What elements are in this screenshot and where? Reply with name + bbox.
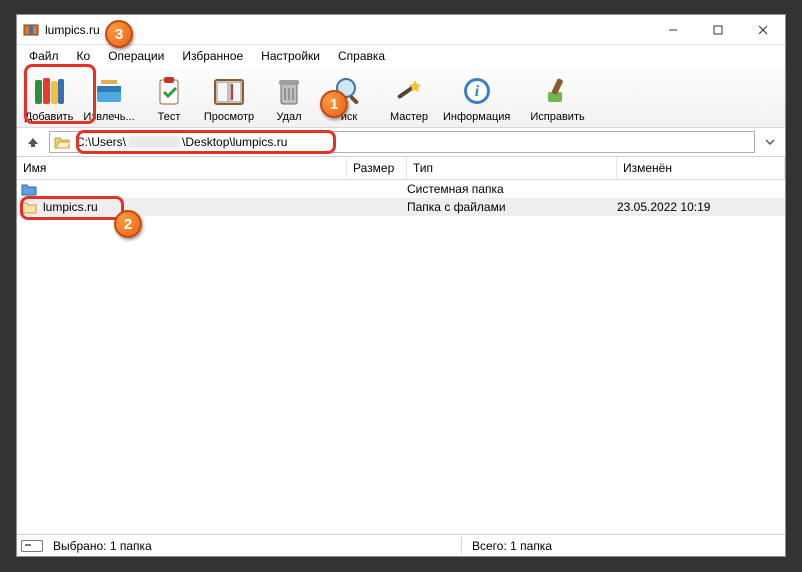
path-input[interactable]: C:\Users\ \Desktop\lumpics.ru [49,131,755,153]
brush-icon [540,73,576,109]
menu-bar: Файл Ко Операции Избранное Настройки Спр… [17,45,785,67]
wand-icon [391,73,427,109]
path-suffix: \Desktop\lumpics.ru [182,135,287,149]
test-label: Тест [158,111,181,123]
extract-label: Извлечь... [83,111,134,123]
address-bar: C:\Users\ \Desktop\lumpics.ru [17,128,785,157]
trash-icon [271,73,307,109]
view-label: Просмотр [204,111,254,123]
info-label: Информация [443,111,510,123]
parent-folder-type: Cистемная папка [407,182,617,196]
path-dropdown[interactable] [761,137,779,147]
status-total: Всего: 1 папка [472,539,552,553]
delete-label: Удал [276,111,301,123]
status-selected: Выбрано: 1 папка [53,539,152,553]
item-type: Папка с файлами [407,200,617,214]
list-item[interactable]: lumpics.ru Папка с файлами 23.05.2022 10… [17,198,785,216]
header-size[interactable]: Размер [347,157,407,179]
menu-commands[interactable]: Ко [69,47,99,65]
app-window: lumpics.ru Файл Ко Операции Избранное На… [16,14,786,557]
add-button[interactable]: Добавить [23,71,75,123]
delete-button[interactable]: Удал [263,71,315,123]
maximize-button[interactable] [695,15,740,44]
menu-help[interactable]: Справка [330,47,393,65]
window-title: lumpics.ru [45,23,650,37]
repair-button[interactable]: Исправить [530,71,584,123]
header-modified[interactable]: Изменён [617,157,785,179]
menu-operations[interactable]: Операции [100,47,172,65]
folder-open-icon [54,135,70,149]
wizard-button[interactable]: Мастер [383,71,435,123]
find-button[interactable]: иск [323,71,375,123]
menu-file[interactable]: Файл [21,47,67,65]
svg-text:i: i [474,83,479,100]
column-headers: Имя Размер Тип Изменён [17,157,785,180]
menu-favorites[interactable]: Избранное [174,47,251,65]
file-list[interactable]: Cистемная папка lumpics.ru Папка с файла… [17,180,785,534]
status-selected-cell: Выбрано: 1 папка [21,535,461,556]
close-button[interactable] [740,15,785,44]
app-icon [23,22,39,38]
test-button[interactable]: Тест [143,71,195,123]
add-label: Добавить [25,111,74,123]
magnifier-icon [331,73,367,109]
find-label: иск [341,111,357,123]
toolbar: Добавить Извлечь... Тест Просмотр Удал [17,67,785,128]
up-button[interactable] [23,132,43,152]
info-button[interactable]: i Информация [443,71,510,123]
extract-icon [91,73,127,109]
wizard-label: Мастер [390,111,428,123]
header-name[interactable]: Имя [17,157,347,179]
books-icon [31,73,67,109]
parent-folder-row[interactable]: Cистемная папка [17,180,785,198]
window-controls [650,15,785,44]
menu-settings[interactable]: Настройки [253,47,328,65]
folder-icon [21,200,37,214]
disk-icon [21,540,43,552]
status-total-cell: Всего: 1 папка [462,535,781,556]
clipboard-check-icon [151,73,187,109]
view-button[interactable]: Просмотр [203,71,255,123]
path-prefix: C:\Users\ [76,135,126,149]
folder-icon [21,182,37,196]
extract-button[interactable]: Извлечь... [83,71,135,123]
repair-label: Исправить [530,111,584,123]
info-icon: i [459,73,495,109]
title-bar: lumpics.ru [17,15,785,45]
item-modified: 23.05.2022 10:19 [617,200,785,214]
path-redacted [128,136,180,148]
item-name: lumpics.ru [43,200,98,214]
minimize-button[interactable] [650,15,695,44]
status-bar: Выбрано: 1 папка Всего: 1 папка [17,534,785,556]
book-open-icon [211,73,247,109]
header-type[interactable]: Тип [407,157,617,179]
